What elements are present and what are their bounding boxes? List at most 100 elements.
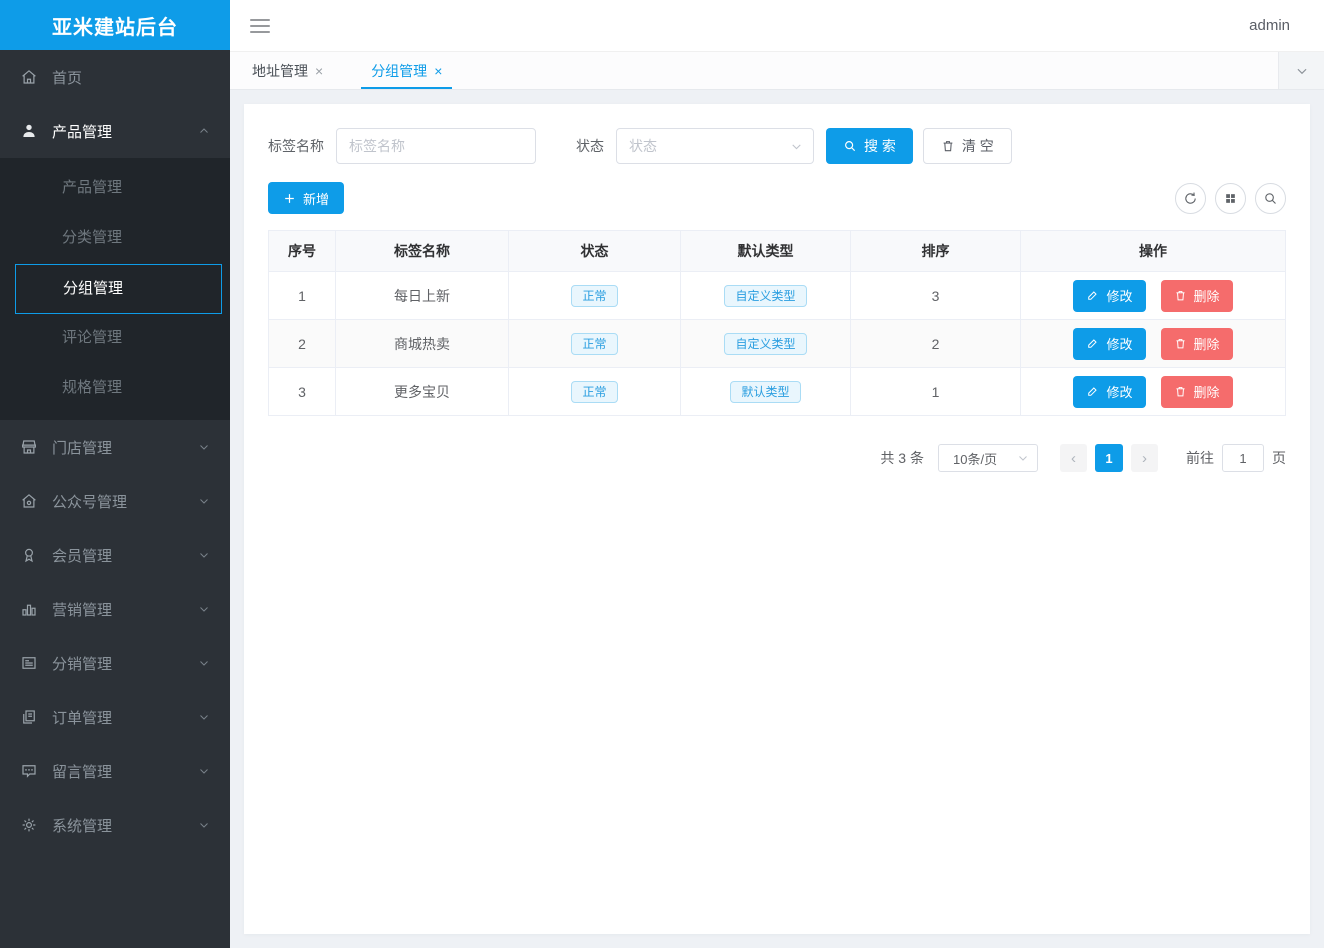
column-settings-button[interactable] [1215,183,1246,214]
chevron-down-icon [1295,64,1309,78]
trash-icon [1174,337,1187,350]
next-page-button[interactable]: › [1131,444,1158,472]
sidebar-item-label: 产品管理 [52,121,112,142]
pencil-icon [1086,337,1099,350]
main-area: admin 地址管理 × 分组管理 × 标签名称 状态 状态 [230,0,1324,948]
tab-address-manage[interactable]: 地址管理 × [242,52,333,89]
sidebar-item-group-manage[interactable]: 分组管理 [15,264,222,314]
sidebar-item-stores[interactable]: 门店管理 [0,420,230,474]
delete-button[interactable]: 删除 [1161,328,1233,360]
content-card: 标签名称 状态 状态 搜 索 [244,104,1310,934]
sidebar: 亚米建站后台 首页 产品管理 产品管理 分类管理 分组管理 评论管理 规格管理 … [0,0,230,948]
sidebar-item-comment-manage[interactable]: 评论管理 [0,314,230,364]
table-header-row: 序号 标签名称 状态 默认类型 排序 操作 [269,231,1286,272]
cell-name: 商城热卖 [336,320,509,368]
add-button[interactable]: 新增 [268,182,344,214]
grid-icon [1224,192,1237,205]
clear-button[interactable]: 清 空 [923,128,1012,164]
status-badge[interactable]: 正常 [571,381,617,403]
sidebar-item-label: 留言管理 [52,761,112,782]
sidebar-item-label: 公众号管理 [52,491,127,512]
chevron-down-icon [198,495,210,507]
chevron-down-icon [790,140,803,153]
page-size-select[interactable]: 10条/页 [938,444,1038,472]
sidebar-item-system[interactable]: 系统管理 [0,798,230,852]
close-icon[interactable]: × [315,63,323,79]
sidebar-item-label: 订单管理 [52,707,112,728]
chevron-down-icon [198,657,210,669]
official-account-icon [20,492,38,510]
col-header-actions: 操作 [1021,231,1286,272]
sidebar-item-messages[interactable]: 留言管理 [0,744,230,798]
cell-name: 每日上新 [336,272,509,320]
pagination: 共 3 条 10条/页 ‹ 1 › 前往 页 [268,444,1286,472]
col-header-index: 序号 [269,231,336,272]
close-icon[interactable]: × [434,63,442,79]
sidebar-item-orders[interactable]: 订单管理 [0,690,230,744]
table-toolbar: 新增 [268,182,1286,214]
top-header: admin [230,0,1324,52]
sidebar-item-label: 会员管理 [52,545,112,566]
sidebar-item-product-manage[interactable]: 产品管理 [0,164,230,214]
order-icon [20,708,38,726]
sidebar-item-distribution[interactable]: 分销管理 [0,636,230,690]
prev-page-button[interactable]: ‹ [1060,444,1087,472]
user-menu[interactable]: admin [1249,17,1290,34]
sidebar-item-official-account[interactable]: 公众号管理 [0,474,230,528]
sidebar-item-marketing[interactable]: 营销管理 [0,582,230,636]
goto-page-input[interactable] [1222,444,1264,472]
sidebar-item-spec-manage[interactable]: 规格管理 [0,364,230,414]
tab-label: 地址管理 [252,61,308,81]
search-button[interactable]: 搜 索 [826,128,913,164]
pagination-total: 共 3 条 [880,448,924,468]
row-actions: 修改 删除 [1021,328,1285,360]
search-icon [843,139,857,153]
home-icon [20,68,38,86]
table-row: 2 商城热卖 正常 自定义类型 2 修改 [269,320,1286,368]
tab-label: 分组管理 [371,61,427,81]
sidebar-item-label: 首页 [52,67,82,88]
type-badge[interactable]: 自定义类型 [724,333,806,355]
sidebar-item-category-manage[interactable]: 分类管理 [0,214,230,264]
status-badge[interactable]: 正常 [571,333,617,355]
edit-button[interactable]: 修改 [1073,376,1145,408]
name-search-input[interactable] [336,128,536,164]
edit-button[interactable]: 修改 [1073,328,1145,360]
tab-group-manage[interactable]: 分组管理 × [361,52,452,89]
message-icon [20,762,38,780]
sidebar-submenu-products: 产品管理 分类管理 分组管理 评论管理 规格管理 [0,158,230,420]
col-header-status: 状态 [509,231,681,272]
cell-name: 更多宝贝 [336,368,509,416]
row-actions: 修改 删除 [1021,376,1285,408]
chevron-down-icon [198,441,210,453]
sidebar-item-products[interactable]: 产品管理 [0,104,230,158]
tab-dropdown-button[interactable] [1278,52,1324,89]
delete-button[interactable]: 删除 [1161,376,1233,408]
page-content: 标签名称 状态 状态 搜 索 [230,90,1324,948]
cell-index: 3 [269,368,336,416]
edit-button[interactable]: 修改 [1073,280,1145,312]
chevron-down-icon [198,711,210,723]
hamburger-menu-icon[interactable] [250,15,270,37]
table-search-button[interactable] [1255,183,1286,214]
chevron-up-icon [198,125,210,137]
cell-sort: 1 [851,368,1021,416]
page-number-1[interactable]: 1 [1095,444,1123,472]
table-row: 1 每日上新 正常 自定义类型 3 修改 [269,272,1286,320]
sidebar-item-members[interactable]: 会员管理 [0,528,230,582]
sidebar-item-home[interactable]: 首页 [0,50,230,104]
gear-icon [20,816,38,834]
type-badge[interactable]: 默认类型 [730,381,800,403]
delete-button[interactable]: 删除 [1161,280,1233,312]
table-row: 3 更多宝贝 正常 默认类型 1 修改 [269,368,1286,416]
status-badge[interactable]: 正常 [571,285,617,307]
refresh-button[interactable] [1175,183,1206,214]
cell-index: 1 [269,272,336,320]
table-tools [1175,183,1286,214]
chevron-down-icon [198,819,210,831]
name-field-label: 标签名称 [268,136,324,156]
type-badge[interactable]: 自定义类型 [724,285,806,307]
status-select[interactable]: 状态 [616,128,814,164]
shop-icon [20,438,38,456]
sidebar-item-label: 分销管理 [52,653,112,674]
